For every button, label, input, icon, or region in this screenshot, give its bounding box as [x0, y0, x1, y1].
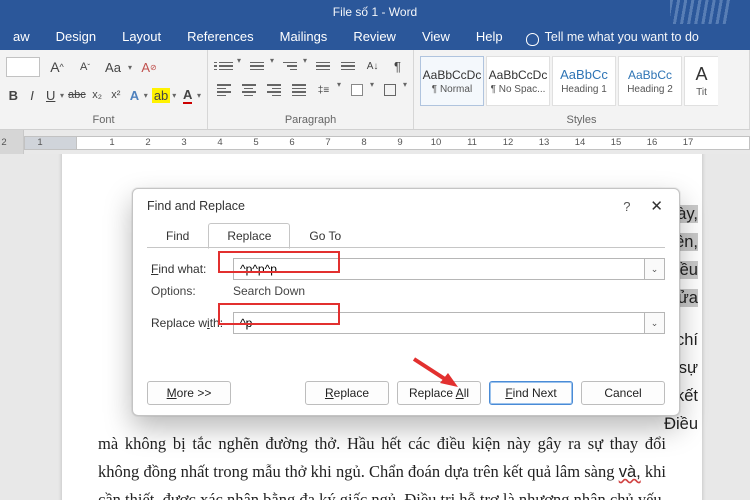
font-size-input[interactable] [6, 57, 40, 77]
ruler[interactable]: 3211234567891011121314151617 [0, 130, 750, 154]
document-body-text[interactable]: mà không bị tắc nghẽn đường thở. Hầu hết… [98, 430, 666, 500]
find-what-input[interactable] [233, 258, 645, 280]
subscript-button[interactable]: x₂ [90, 84, 105, 106]
shrink-font-button[interactable]: Aˇ [74, 56, 96, 78]
tab-layout[interactable]: Layout [109, 24, 174, 50]
dialog-tab-find[interactable]: Find [147, 223, 208, 249]
dialog-titlebar[interactable]: Find and Replace ? ✕ [133, 189, 679, 219]
chevron-down-icon: ▾ [270, 56, 274, 76]
underline-button[interactable]: U [43, 84, 58, 106]
bold-button[interactable]: B [6, 84, 21, 106]
tab-review[interactable]: Review [340, 24, 409, 50]
more-button[interactable]: More >> [147, 381, 231, 405]
ribbon-tabs: aw Design Layout References Mailings Rev… [0, 24, 750, 50]
decrease-indent-button[interactable] [313, 56, 332, 76]
tab-draw[interactable]: aw [0, 24, 43, 50]
increase-indent-button[interactable] [338, 56, 357, 76]
dialog-tab-replace[interactable]: Replace [208, 223, 290, 249]
dialog-help-button[interactable]: ? [623, 199, 630, 214]
window-title: File số 1 - Word [333, 5, 417, 19]
options-value: Search Down [233, 284, 305, 298]
tab-mailings[interactable]: Mailings [267, 24, 341, 50]
align-left-button[interactable] [214, 80, 233, 100]
group-label-paragraph: Paragraph [214, 113, 407, 127]
group-paragraph: ▾ ▾ ▾ A↓ ¶ ‡≡ ▾ ▾ ▾ [208, 50, 414, 129]
sort-button[interactable]: A↓ [363, 56, 382, 76]
change-case-button[interactable]: Aa [102, 56, 124, 78]
style-normal[interactable]: AaBbCcDc ¶ Normal [420, 56, 484, 106]
clear-formatting-button[interactable]: A⊘ [138, 56, 160, 78]
style-heading-1[interactable]: AaBbCc Heading 1 [552, 56, 616, 106]
group-font: A^ Aˇ Aa ▾ A⊘ B I U ▾ abc x₂ x² A ▾ ab ▾… [0, 50, 208, 129]
ruler-scale: 3211234567891011121314151617 [24, 137, 750, 149]
tab-design[interactable]: Design [43, 24, 109, 50]
replace-all-button[interactable]: Replace All [397, 381, 481, 405]
replace-button[interactable]: Replace [305, 381, 389, 405]
cancel-button[interactable]: Cancel [581, 381, 665, 405]
chevron-down-icon: ▾ [172, 91, 176, 100]
chevron-down-icon: ▾ [303, 56, 307, 76]
justify-button[interactable] [289, 80, 308, 100]
chevron-down-icon: ▾ [403, 80, 407, 100]
find-what-label: Find what: [151, 262, 233, 276]
italic-button[interactable]: I [25, 84, 40, 106]
grow-font-button[interactable]: A^ [46, 56, 68, 78]
dialog-close-button[interactable]: ✕ [644, 197, 669, 215]
chevron-down-icon: ▾ [197, 91, 201, 100]
dialog-title: Find and Replace [147, 199, 245, 213]
show-marks-button[interactable]: ¶ [388, 56, 407, 76]
ribbon: A^ Aˇ Aa ▾ A⊘ B I U ▾ abc x₂ x² A ▾ ab ▾… [0, 50, 750, 130]
superscript-button[interactable]: x² [108, 84, 123, 106]
shading-button[interactable] [347, 80, 366, 100]
find-dropdown-button[interactable]: ⌄ [645, 258, 665, 280]
line-spacing-button[interactable]: ‡≡ [314, 80, 333, 100]
text-effects-button[interactable]: A [127, 84, 142, 106]
group-styles: AaBbCcDc ¶ Normal AaBbCcDc ¶ No Spac... … [414, 50, 750, 129]
lightbulb-icon [526, 33, 539, 46]
find-next-button[interactable]: Find Next [489, 381, 573, 405]
chevron-down-icon: ▾ [128, 63, 132, 72]
dialog-tab-underline [147, 247, 665, 248]
numbering-button[interactable] [247, 56, 266, 76]
group-label-styles: Styles [420, 113, 743, 127]
chevron-down-icon: ▾ [370, 80, 374, 100]
tab-references[interactable]: References [174, 24, 266, 50]
chevron-down-icon: ▾ [237, 56, 241, 76]
replace-dropdown-button[interactable]: ⌄ [645, 312, 665, 334]
font-color-button[interactable]: A [180, 84, 195, 106]
chevron-down-icon: ▾ [337, 80, 341, 100]
strikethrough-button[interactable]: abc [68, 84, 86, 106]
style-heading-2[interactable]: AaBbCc Heading 2 [618, 56, 682, 106]
multilevel-button[interactable] [280, 56, 299, 76]
dialog-tab-goto[interactable]: Go To [290, 223, 360, 249]
title-bar: File số 1 - Word [0, 0, 750, 24]
find-replace-dialog: Find and Replace ? ✕ Find Replace Go To … [132, 188, 680, 416]
tell-me-input[interactable]: Tell me what you want to do [545, 30, 699, 44]
align-right-button[interactable] [264, 80, 283, 100]
align-center-button[interactable] [239, 80, 258, 100]
dialog-tabs: Find Replace Go To [133, 222, 679, 248]
title-decoration [670, 0, 730, 24]
replace-with-input[interactable] [233, 312, 645, 334]
bullets-button[interactable] [214, 56, 233, 76]
chevron-down-icon: ▾ [144, 91, 148, 100]
chevron-down-icon: ▾ [60, 91, 64, 100]
group-label-font: Font [6, 113, 201, 127]
highlight-button[interactable]: ab [152, 84, 170, 106]
style-title[interactable]: A Tit [684, 56, 718, 106]
borders-button[interactable] [380, 80, 399, 100]
style-no-spacing[interactable]: AaBbCcDc ¶ No Spac... [486, 56, 550, 106]
replace-with-label: Replace with: [151, 316, 233, 330]
tab-view[interactable]: View [409, 24, 463, 50]
options-label: Options: [151, 284, 233, 298]
tab-help[interactable]: Help [463, 24, 516, 50]
